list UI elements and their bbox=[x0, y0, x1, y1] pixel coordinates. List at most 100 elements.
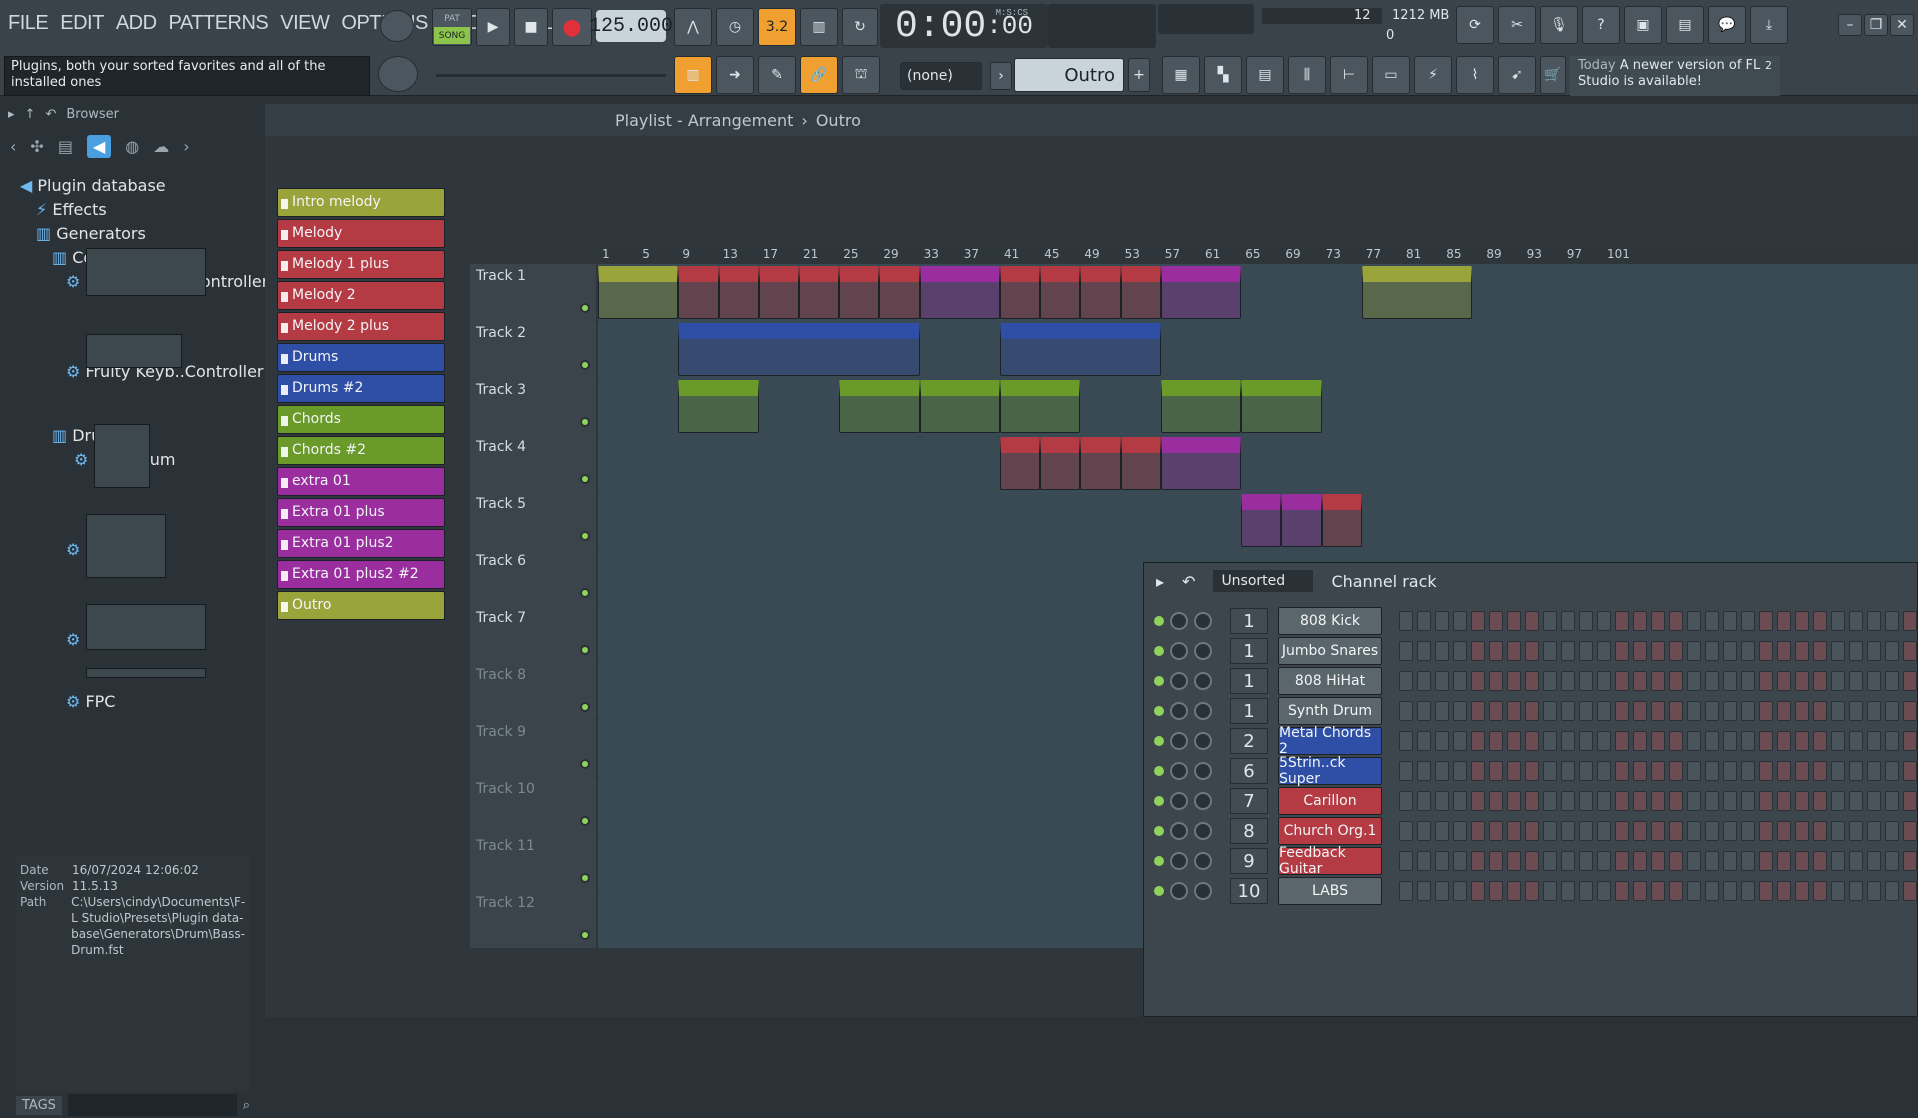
typing-keyboard-button[interactable]: ✎ bbox=[758, 56, 796, 94]
step-button[interactable] bbox=[1453, 611, 1467, 631]
channel-pan-knob[interactable] bbox=[1170, 882, 1188, 900]
step-button[interactable] bbox=[1579, 671, 1593, 691]
step-button[interactable] bbox=[1651, 761, 1665, 781]
track-header[interactable]: Track 9 bbox=[470, 720, 596, 777]
playlist-clip[interactable] bbox=[1160, 437, 1242, 490]
track-mute-led[interactable] bbox=[580, 303, 590, 313]
step-button[interactable] bbox=[1507, 761, 1521, 781]
track-header[interactable]: Track 10 bbox=[470, 777, 596, 834]
step-button[interactable] bbox=[1615, 851, 1629, 871]
channel-pan-knob[interactable] bbox=[1170, 702, 1188, 720]
cloud-icon[interactable]: ☁ bbox=[153, 137, 169, 156]
step-button[interactable] bbox=[1525, 881, 1539, 901]
channel-name-button[interactable]: Jumbo Snares bbox=[1278, 637, 1382, 665]
step-button[interactable] bbox=[1759, 701, 1773, 721]
group-selector[interactable]: Unsorted bbox=[1213, 570, 1314, 592]
step-button[interactable] bbox=[1885, 611, 1899, 631]
step-button[interactable] bbox=[1417, 701, 1431, 721]
step-button[interactable] bbox=[1489, 851, 1503, 871]
channel-volume-knob[interactable] bbox=[1194, 822, 1212, 840]
step-button[interactable] bbox=[1453, 881, 1467, 901]
step-button[interactable] bbox=[1561, 701, 1575, 721]
step-button[interactable] bbox=[1759, 761, 1773, 781]
step-button[interactable] bbox=[1705, 821, 1719, 841]
step-button[interactable] bbox=[1867, 851, 1881, 871]
step-button[interactable] bbox=[1579, 641, 1593, 661]
step-button[interactable] bbox=[1453, 791, 1467, 811]
master-slider[interactable] bbox=[436, 74, 666, 77]
step-button[interactable] bbox=[1489, 791, 1503, 811]
add-pattern-button[interactable]: + bbox=[1128, 58, 1150, 92]
store-button[interactable]: 🛒 bbox=[1540, 56, 1566, 94]
save-button[interactable]: ▣ bbox=[1624, 6, 1662, 44]
step-button[interactable] bbox=[1543, 671, 1557, 691]
step-button[interactable] bbox=[1813, 761, 1827, 781]
step-button[interactable] bbox=[1489, 821, 1503, 841]
playlist-clip[interactable]: Me..y bbox=[879, 266, 920, 319]
countdown-button[interactable]: 3.2 bbox=[758, 8, 796, 46]
pattern-item[interactable]: Melody bbox=[277, 219, 445, 248]
metronome-button[interactable]: ⋀ bbox=[674, 8, 712, 46]
step-button[interactable] bbox=[1705, 611, 1719, 631]
playlist-clip[interactable]: Me..s bbox=[1120, 437, 1161, 490]
playlist-clip[interactable]: Me..s bbox=[1080, 437, 1121, 490]
expand-icon[interactable]: ▸ bbox=[1156, 572, 1164, 591]
playlist-clip[interactable]: Me..y bbox=[839, 266, 880, 319]
step-button[interactable] bbox=[1831, 791, 1845, 811]
step-button[interactable] bbox=[1543, 821, 1557, 841]
master-pitch-knob[interactable] bbox=[378, 56, 418, 92]
step-button[interactable] bbox=[1525, 701, 1539, 721]
browser-item[interactable]: ⚙ FPC bbox=[66, 692, 115, 711]
channel-volume-knob[interactable] bbox=[1194, 612, 1212, 630]
step-button[interactable] bbox=[1399, 641, 1413, 661]
step-button[interactable] bbox=[1705, 791, 1719, 811]
step-button[interactable] bbox=[1633, 881, 1647, 901]
playlist-clip[interactable]: Chords #2 bbox=[1160, 380, 1242, 433]
step-button[interactable] bbox=[1615, 611, 1629, 631]
channel-mute-led[interactable] bbox=[1154, 646, 1164, 656]
step-button[interactable] bbox=[1561, 761, 1575, 781]
step-button[interactable] bbox=[1687, 761, 1701, 781]
step-button[interactable] bbox=[1399, 881, 1413, 901]
step-button[interactable] bbox=[1867, 731, 1881, 751]
step-button[interactable] bbox=[1471, 731, 1485, 751]
step-button[interactable] bbox=[1633, 821, 1647, 841]
browser-item[interactable]: ◀ Plugin database bbox=[20, 176, 166, 195]
step-button[interactable] bbox=[1651, 611, 1665, 631]
playlist-clip[interactable] bbox=[919, 266, 1000, 319]
tags-input[interactable] bbox=[67, 1094, 237, 1116]
step-button[interactable] bbox=[1579, 821, 1593, 841]
channel-volume-knob[interactable] bbox=[1194, 882, 1212, 900]
plugin-thumbnail[interactable] bbox=[86, 334, 182, 368]
step-button[interactable] bbox=[1723, 851, 1737, 871]
playlist-button[interactable]: ▦ bbox=[1162, 56, 1200, 94]
channel-name-button[interactable]: Metal Chords 2 bbox=[1278, 725, 1382, 757]
step-button[interactable] bbox=[1777, 731, 1791, 751]
step-button[interactable] bbox=[1435, 731, 1449, 751]
step-button[interactable] bbox=[1597, 821, 1611, 841]
step-button[interactable] bbox=[1561, 671, 1575, 691]
expand-icon[interactable]: ▸ bbox=[8, 107, 15, 123]
step-button[interactable] bbox=[1867, 671, 1881, 691]
step-button[interactable] bbox=[1723, 881, 1737, 901]
playlist-clip[interactable]: Chords bbox=[678, 380, 759, 433]
step-button[interactable] bbox=[1885, 791, 1899, 811]
step-button[interactable] bbox=[1723, 821, 1737, 841]
step-button[interactable] bbox=[1507, 881, 1521, 901]
browser-item[interactable]: ▥ Generators bbox=[36, 224, 146, 243]
step-button[interactable] bbox=[1597, 611, 1611, 631]
track-mute-led[interactable] bbox=[580, 531, 590, 541]
step-button[interactable] bbox=[1489, 731, 1503, 751]
files-icon[interactable]: ▤ bbox=[58, 137, 73, 156]
channel-pan-knob[interactable] bbox=[1170, 672, 1188, 690]
step-button[interactable] bbox=[1525, 821, 1539, 841]
step-button[interactable] bbox=[1669, 821, 1683, 841]
step-button[interactable] bbox=[1615, 761, 1629, 781]
track-header[interactable]: Track 6 bbox=[470, 549, 596, 606]
pattern-item[interactable]: Extra 01 plus bbox=[277, 498, 445, 527]
pattern-item[interactable]: extra 01 bbox=[277, 467, 445, 496]
step-button[interactable] bbox=[1489, 671, 1503, 691]
step-button[interactable] bbox=[1489, 641, 1503, 661]
step-button[interactable] bbox=[1597, 791, 1611, 811]
step-button[interactable] bbox=[1669, 881, 1683, 901]
